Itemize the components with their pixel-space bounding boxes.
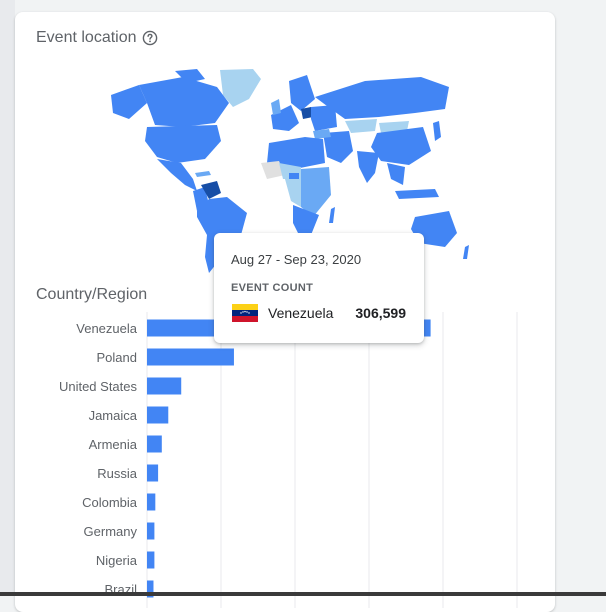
- bar-russia[interactable]: [147, 464, 159, 482]
- help-circle-icon[interactable]: [142, 30, 158, 46]
- card-title: Event location: [36, 29, 137, 46]
- bar-nigeria[interactable]: [147, 551, 155, 569]
- category-label: Germany: [84, 524, 138, 539]
- category-label: Colombia: [82, 495, 138, 510]
- category-label: Nigeria: [96, 553, 138, 568]
- chart-category-labels: Venezuela Poland United States Jamaica Armen…: [59, 321, 138, 597]
- tooltip-metric-label: EVENT COUNT: [231, 282, 314, 294]
- chart-bars: [147, 319, 431, 598]
- tooltip-country: Venezuela: [268, 305, 334, 321]
- section-title-country-region: Country/Region: [36, 286, 148, 303]
- category-label: United States: [59, 379, 138, 394]
- category-label: Jamaica: [89, 408, 138, 423]
- bar-armenia[interactable]: [147, 435, 162, 453]
- bar-united-states[interactable]: [147, 377, 182, 395]
- bar-jamaica[interactable]: [147, 406, 169, 424]
- venezuela-flag-icon: [232, 304, 258, 322]
- left-edge-strip: [0, 0, 15, 596]
- tooltip-date-range: Aug 27 - Sep 23, 2020: [231, 252, 362, 267]
- category-label: Venezuela: [76, 321, 137, 336]
- category-label: Russia: [97, 466, 138, 481]
- map-tooltip: Aug 27 - Sep 23, 2020 EVENT COUNT Venezu…: [214, 233, 424, 343]
- category-label: Poland: [97, 350, 137, 365]
- event-location-card: Event location Country/Region Venezuela …: [15, 12, 555, 612]
- bar-colombia[interactable]: [147, 493, 156, 511]
- country-bar-chart: Venezuela Poland United States Jamaica Armen…: [59, 312, 518, 608]
- bar-germany[interactable]: [147, 522, 155, 540]
- category-label: Armenia: [89, 437, 138, 452]
- tooltip-value: 306,599: [355, 305, 406, 321]
- bottom-edge-strip: [0, 592, 606, 596]
- bar-poland[interactable]: [147, 348, 234, 366]
